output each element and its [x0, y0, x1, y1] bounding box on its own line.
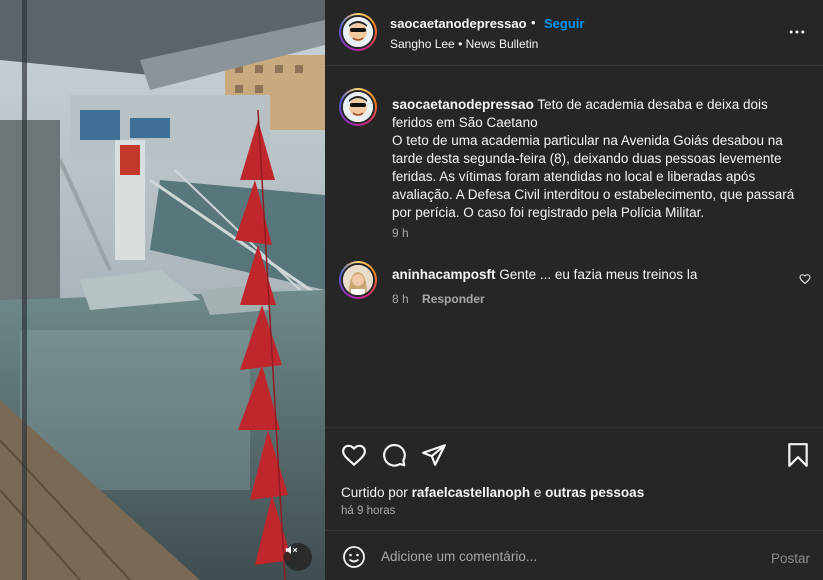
emoji-icon[interactable]: [342, 545, 366, 569]
likes-prefix: Curtido por: [341, 485, 408, 500]
post-actions: Curtido por rafaelcastellanoph e outras …: [325, 427, 823, 530]
mute-button[interactable]: [284, 543, 312, 571]
caption-avatar-image: [343, 92, 373, 122]
commenter-avatar-image: [343, 265, 373, 295]
bookmark-icon[interactable]: [785, 442, 811, 468]
audio-attribution[interactable]: Sangho Lee • News Bulletin: [390, 37, 538, 51]
author-avatar-image: [343, 17, 373, 47]
post-timestamp[interactable]: há 9 horas: [341, 505, 395, 517]
heart-icon[interactable]: [341, 442, 367, 468]
post-media[interactable]: [0, 0, 325, 580]
caption-avatar[interactable]: [339, 88, 377, 126]
caption-timestamp: 9 h: [392, 226, 409, 240]
reply-button[interactable]: Responder: [422, 292, 485, 306]
muted-speaker-icon: [285, 545, 298, 555]
comment-input[interactable]: [381, 546, 751, 566]
post-header: saocaetanodepressao • Seguir Sangho Lee …: [325, 0, 823, 66]
comment-timestamp: 8 h: [392, 292, 409, 306]
author-avatar[interactable]: [339, 13, 377, 51]
liked-by-others[interactable]: outras pessoas: [545, 485, 644, 500]
media-image: [0, 0, 325, 580]
commenter-username[interactable]: aninhacamposft: [392, 267, 496, 282]
post-comment-button[interactable]: Postar: [771, 551, 810, 566]
more-horizontal-icon[interactable]: [787, 22, 807, 42]
caption-text: saocaetanodepressao Teto de academia des…: [392, 96, 812, 222]
comment-like-heart-icon[interactable]: [799, 273, 811, 285]
post-details-panel: saocaetanodepressao • Seguir Sangho Lee …: [325, 0, 823, 580]
likes-summary: Curtido por rafaelcastellanoph e outras …: [341, 485, 644, 500]
header-separator: •: [531, 15, 536, 30]
caption-username[interactable]: saocaetanodepressao: [392, 97, 534, 112]
caption-body: O teto de uma academia particular na Ave…: [392, 133, 795, 220]
send-icon[interactable]: [421, 442, 447, 468]
follow-button[interactable]: Seguir: [544, 16, 584, 31]
likes-connector: e: [533, 485, 542, 500]
comment-text: aninhacamposft Gente ... eu fazia meus t…: [392, 267, 697, 282]
comment-icon[interactable]: [381, 442, 407, 468]
add-comment-bar: Postar: [325, 530, 823, 580]
commenter-avatar[interactable]: [339, 261, 377, 299]
author-username[interactable]: saocaetanodepressao: [390, 16, 527, 31]
comment-body: Gente ... eu fazia meus treinos la: [499, 267, 698, 282]
liked-by-user[interactable]: rafaelcastellanoph: [412, 485, 531, 500]
comment-meta: 8 h Responder: [392, 292, 485, 306]
